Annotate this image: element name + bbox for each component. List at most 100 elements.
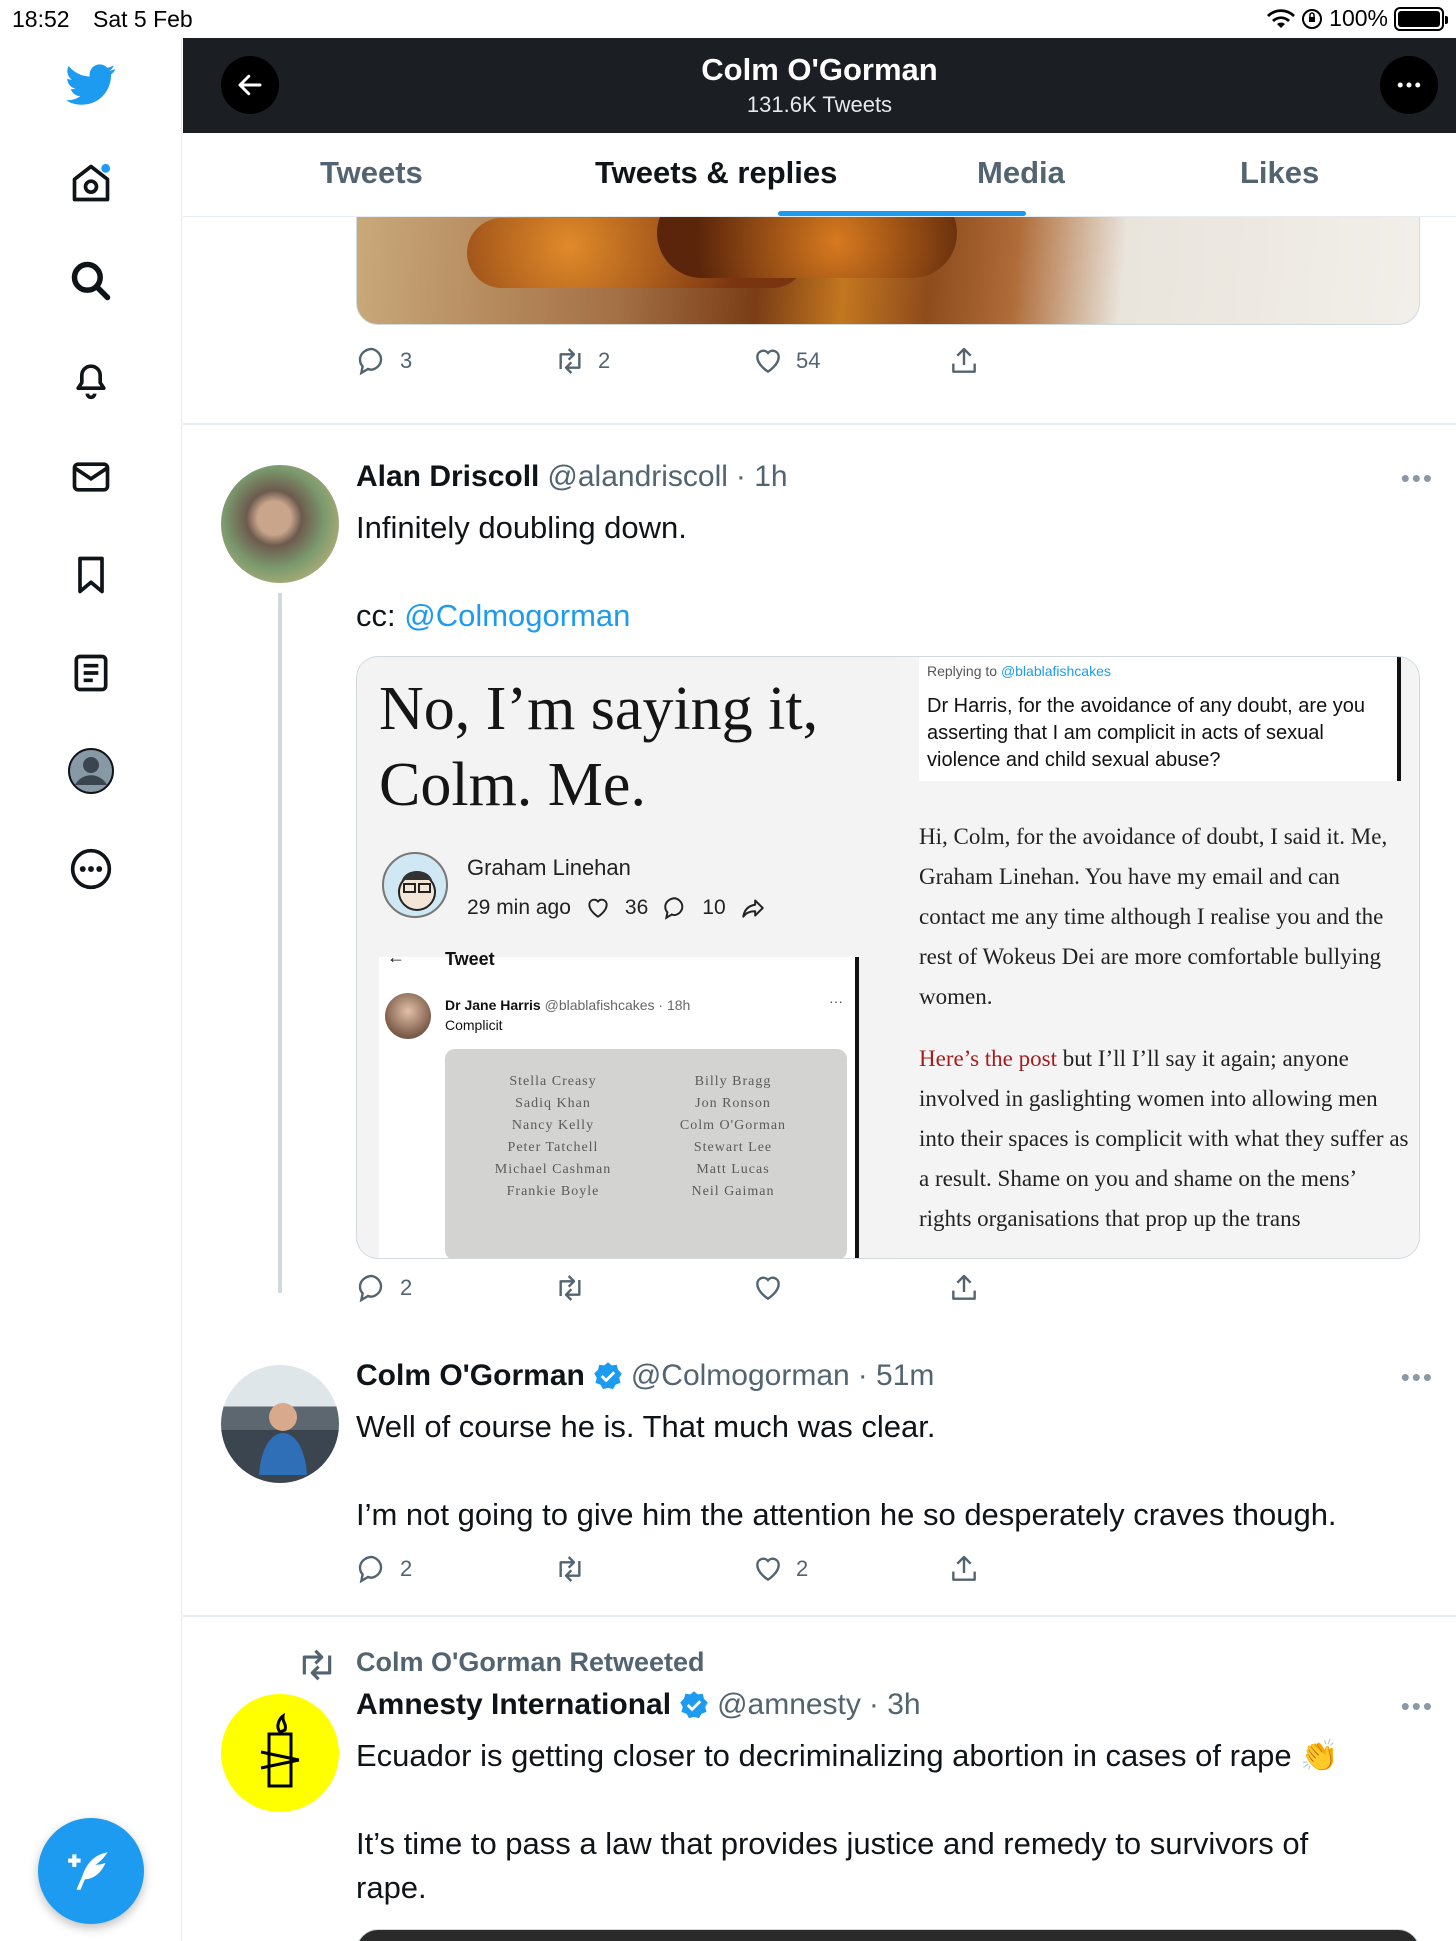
twitter-logo[interactable] [66,60,116,110]
more-options-button[interactable] [1380,56,1438,114]
tweet-menu-icon[interactable]: ••• [1401,1362,1434,1393]
avatar[interactable] [221,1694,339,1812]
profile-icon[interactable] [66,746,116,796]
tweet-menu-icon[interactable]: ••• [1401,1691,1434,1722]
share-arrow-icon [741,899,764,918]
retweet-button[interactable] [554,1553,586,1585]
status-time: 18:52 [12,6,70,32]
tweet-author: Colm O'Gorman @Colmogorman · 51m [356,1359,934,1393]
tweet-time: · 51m [857,1359,935,1392]
compose-feather-icon [68,1852,108,1890]
tweet-image[interactable] [356,217,1420,325]
tweet-text-2: It’s time to pass a law that provides ju… [356,1826,1309,1861]
more-icon[interactable] [66,844,116,894]
like-count: 2 [796,1556,809,1581]
retweet-icon [559,1275,581,1301]
tab-tweets-replies[interactable]: Tweets & replies [595,155,837,191]
back-arrow-icon: ← [387,947,405,967]
share-button[interactable] [948,1553,980,1585]
reply-button[interactable]: 3 [356,345,412,377]
status-date: Sat 5 Feb [93,6,193,32]
tweet-time: · 3h [868,1688,921,1721]
comment-icon [664,897,684,920]
tweet-text-2: I’m not going to give him the attention … [356,1497,1337,1532]
tweet-time: · 1h [735,460,788,493]
more-dots-icon [1397,82,1421,88]
heart-icon [756,1557,780,1582]
tweet-text: Well of course he is. That much was clea… [356,1409,936,1444]
tab-likes[interactable]: Likes [1240,155,1319,191]
plaque-left-column: Stella Creasy Sadiq Khan Nancy Kelly Pet… [494,1074,612,1199]
retweet-button[interactable] [554,1272,586,1304]
retweet-icon [302,1649,332,1681]
retweeted-by[interactable]: Colm O'Gorman Retweeted [356,1647,704,1678]
lists-icon[interactable] [66,648,116,698]
tweet-text-3: rape. [356,1870,427,1905]
tweet-image[interactable]: No, I’m saying it, Colm. Me. Graham Line… [356,656,1420,1259]
tweet-text: Ecuador is getting closer to decriminali… [356,1738,1339,1773]
tweet-count: 131.6K Tweets [746,92,893,117]
thread-line [278,593,282,1293]
tab-tweets[interactable]: Tweets [320,155,423,191]
reply-count: 2 [400,1556,413,1581]
reply-button[interactable]: 2 [356,1553,412,1585]
share-button[interactable] [948,345,980,377]
like-button[interactable] [752,1272,784,1304]
profile-name: Colm O'Gorman [701,52,938,87]
avatar[interactable] [221,465,339,583]
retweet-button[interactable]: 2 [554,345,610,377]
author-name[interactable]: Colm O'Gorman [356,1359,585,1393]
messages-icon[interactable] [66,452,116,502]
timeline: 3 2 54 Alan Driscoll @alandriscoll · 1h … [183,217,1456,1941]
share-icon [952,347,976,373]
status-right: 100% [1267,5,1448,32]
bookmarks-icon[interactable] [66,550,116,600]
retweet-icon [559,1556,581,1582]
status-bar: 18:52 Sat 5 Feb 100% [0,0,1456,38]
like-button[interactable]: 54 [752,345,820,377]
image-meta: 29 min ago 36 10 [467,895,766,921]
share-icon [952,1274,976,1300]
tweet-text-cc: cc: @Colmogorman [356,598,631,633]
image-author: Graham Linehan [467,855,631,880]
image-left-panel: No, I’m saying it, Colm. Me. Graham Line… [357,657,897,1258]
avatar [385,993,431,1039]
tweet-author: Alan Driscoll @alandriscoll · 1h [356,460,788,494]
like-button[interactable]: 2 [752,1553,808,1585]
home-icon[interactable] [66,158,116,208]
tweet-image[interactable] [356,1929,1420,1941]
battery-icon [1394,6,1448,31]
quoted-reply: Replying to @blablafishcakes Dr Harris, … [919,657,1401,781]
tweet-author: Amnesty International @amnesty · 3h [356,1688,921,1722]
compose-tweet-button[interactable] [38,1818,144,1924]
author-name[interactable]: Alan Driscoll [356,460,539,494]
notifications-icon[interactable] [66,354,116,404]
sidebar [0,38,182,1941]
orientation-lock-icon [1302,8,1323,29]
tweet-text: Infinitely doubling down. [356,510,687,545]
reply-count: 3 [400,348,413,373]
share-button[interactable] [948,1272,980,1304]
battery-percent: 100% [1329,5,1388,31]
retweet-count: 2 [598,348,611,373]
author-handle[interactable]: @amnesty [717,1688,861,1722]
mention-link[interactable]: @Colmogorman [404,598,630,633]
active-tab-indicator [778,211,1026,216]
tab-media[interactable]: Media [977,155,1065,191]
tweet-menu-icon[interactable]: ••• [1401,463,1434,494]
plaque-image: Stella Creasy Sadiq Khan Nancy Kelly Pet… [445,1049,847,1258]
reply-count: 2 [400,1275,413,1300]
reply-button[interactable]: 2 [356,1272,412,1304]
reply-icon [358,347,383,376]
avatar[interactable] [221,1365,339,1483]
retweet-icon [559,348,581,374]
author-handle[interactable]: @Colmogorman [631,1359,850,1393]
image-paragraph-2: Here’s the post but I’ll I’ll say it aga… [919,1046,1409,1231]
heart-icon [756,349,780,374]
cartoon-avatar [382,852,448,918]
image-right-panel: Replying to @blablafishcakes Dr Harris, … [897,657,1419,1258]
search-icon[interactable] [66,256,116,306]
author-handle[interactable]: @alandriscoll [547,460,728,494]
author-name[interactable]: Amnesty International [356,1688,671,1722]
plaque-right-column: Billy Bragg Jon Ronson Colm O'Gorman Ste… [679,1074,787,1199]
